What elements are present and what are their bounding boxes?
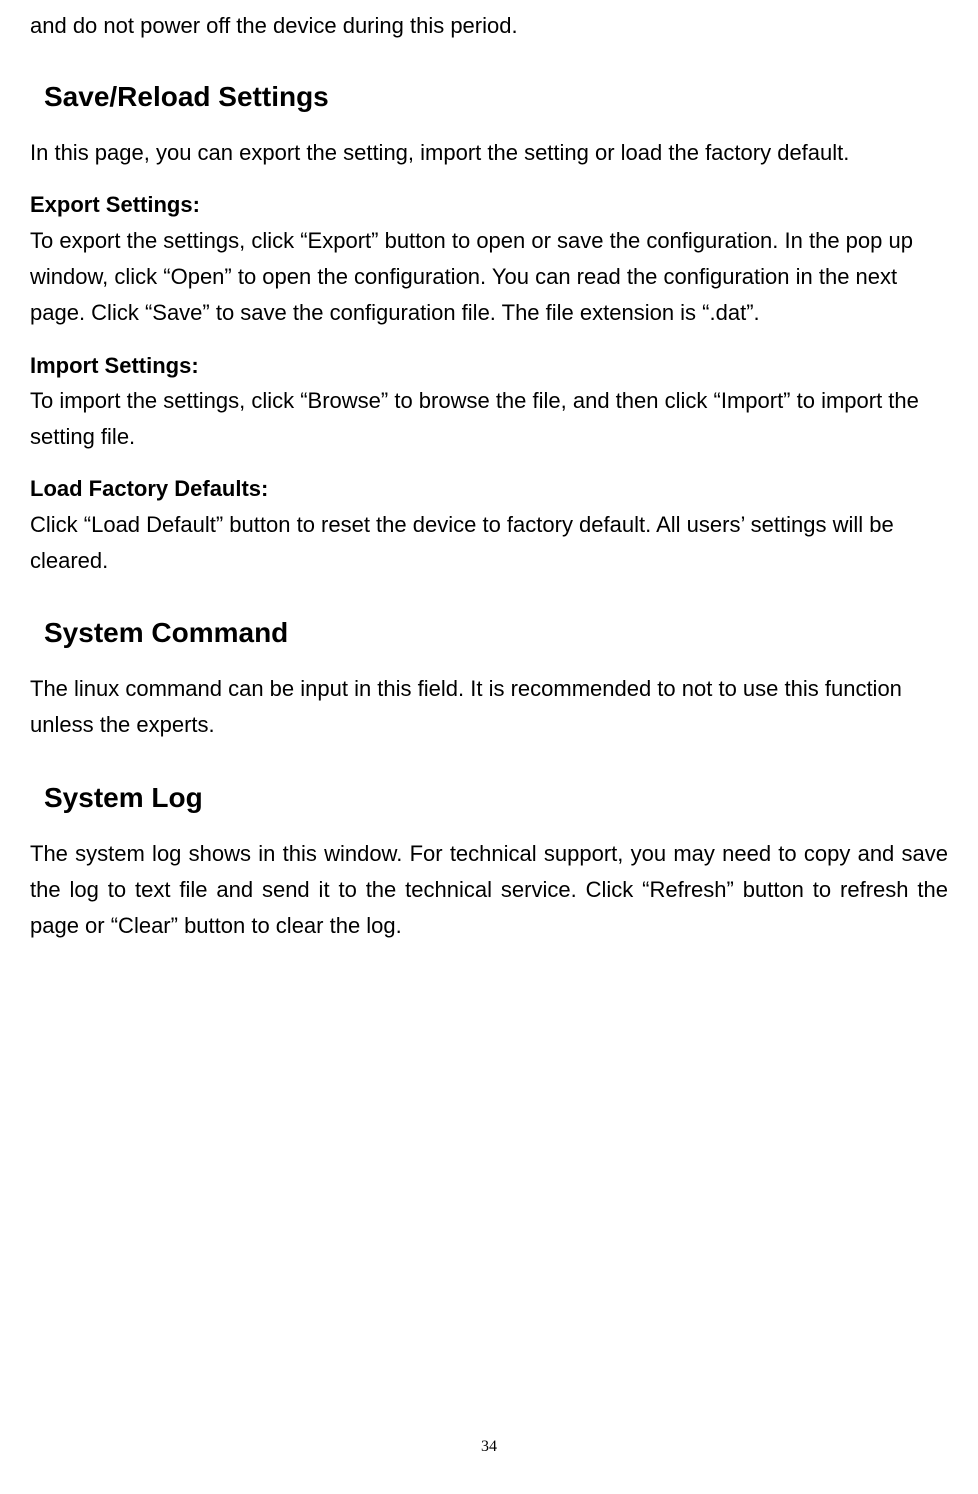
- block-import-settings: Import Settings: To import the settings,…: [30, 348, 948, 456]
- para-export-body: To export the settings, click “Export” b…: [30, 223, 948, 332]
- para-system-log-body: The system log shows in this window. For…: [30, 836, 948, 945]
- heading-save-reload: Save/Reload Settings: [44, 81, 948, 113]
- page-number: 34: [0, 1438, 978, 1456]
- heading-system-log: System Log: [44, 782, 948, 814]
- subheading-import: Import Settings:: [30, 348, 948, 383]
- block-load-defaults: Load Factory Defaults: Click “Load Defau…: [30, 471, 948, 579]
- para-load-defaults-body: Click “Load Default” button to reset the…: [30, 507, 948, 580]
- para-save-reload-intro: In this page, you can export the setting…: [30, 135, 948, 171]
- para-system-command-body: The linux command can be input in this f…: [30, 671, 948, 744]
- subheading-export: Export Settings:: [30, 187, 948, 222]
- fragment-previous-page: and do not power off the device during t…: [30, 8, 948, 43]
- subheading-load-defaults: Load Factory Defaults:: [30, 471, 948, 506]
- para-import-body: To import the settings, click “Browse” t…: [30, 383, 948, 456]
- heading-system-command: System Command: [44, 617, 948, 649]
- block-export-settings: Export Settings: To export the settings,…: [30, 187, 948, 331]
